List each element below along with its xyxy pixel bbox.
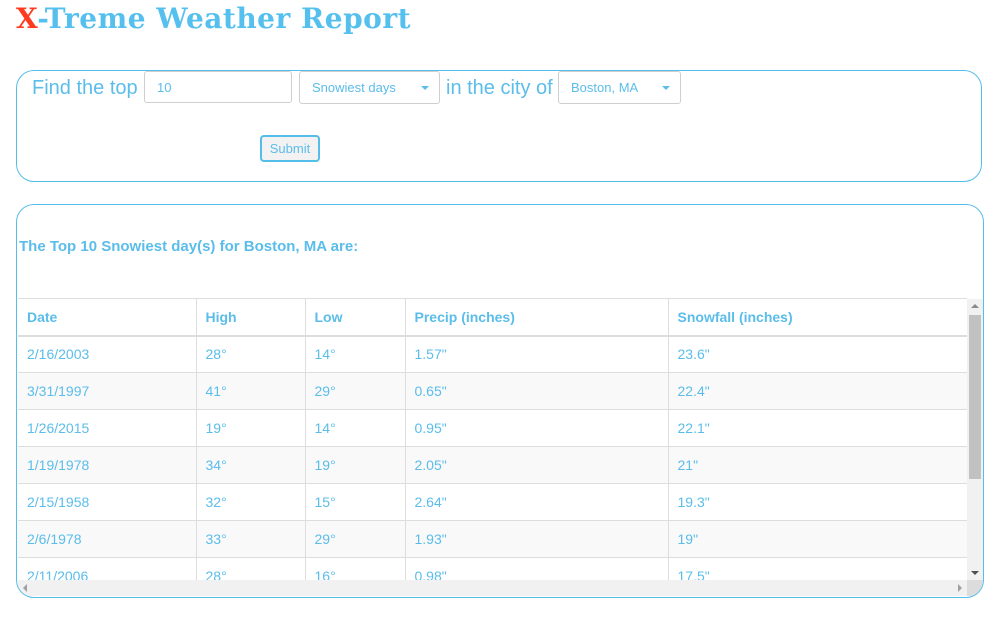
cell-snowfall: 19.3" — [668, 483, 967, 521]
cell-high: 32° — [196, 483, 306, 521]
city-select-value: Boston, MA — [571, 80, 639, 95]
metric-select-value: Snowiest days — [312, 80, 396, 95]
cell-date: 3/31/1997 — [18, 372, 197, 410]
table-header-row: Date High Low Precip (inches) Snowfall (… — [18, 298, 967, 337]
cell-date: 2/6/1978 — [18, 520, 197, 558]
vertical-scroll-thumb[interactable] — [969, 315, 981, 479]
cell-date: 1/19/1978 — [18, 446, 197, 484]
count-input[interactable] — [144, 71, 292, 103]
table-row: 2/16/2003 28° 14° 1.57" 23.6" — [18, 335, 967, 373]
cell-low: 19° — [305, 446, 406, 484]
cell-date: 2/16/2003 — [18, 335, 197, 373]
cell-low: 14° — [305, 409, 406, 447]
cell-high: 41° — [196, 372, 306, 410]
table-row: 2/6/1978 33° 29° 1.93" 19" — [18, 520, 967, 558]
scrollbar-corner — [967, 580, 983, 596]
cell-low: 14° — [305, 335, 406, 373]
cell-high: 28° — [196, 335, 306, 373]
cell-snowfall: 21" — [668, 446, 967, 484]
app-title-x: X — [16, 2, 38, 35]
cell-low: 29° — [305, 520, 406, 558]
cell-precip: 0.65" — [405, 372, 669, 410]
cell-precip: 0.95" — [405, 409, 669, 447]
cell-date: 2/15/1958 — [18, 483, 197, 521]
column-header-date[interactable]: Date — [18, 298, 197, 337]
app-title: X-Treme Weather Report — [16, 2, 411, 35]
cell-low: 16° — [305, 557, 406, 580]
metric-select[interactable]: Snowiest days — [299, 71, 440, 104]
cell-high: 34° — [196, 446, 306, 484]
results-heading: The Top 10 Snowiest day(s) for Boston, M… — [19, 238, 359, 255]
cell-low: 29° — [305, 372, 406, 410]
cell-snowfall: 22.1" — [668, 409, 967, 447]
table-row: 2/15/1958 32° 15° 2.64" 19.3" — [18, 483, 967, 521]
table-row: 3/31/1997 41° 29° 0.65" 22.4" — [18, 372, 967, 410]
cell-precip: 2.64" — [405, 483, 669, 521]
scroll-right-arrow-icon[interactable] — [958, 584, 962, 592]
table-row: 1/19/1978 34° 19° 2.05" 21" — [18, 446, 967, 484]
scroll-left-arrow-icon[interactable] — [23, 584, 27, 592]
chevron-down-icon — [662, 86, 670, 90]
column-header-low[interactable]: Low — [305, 298, 406, 337]
scroll-up-arrow-icon[interactable] — [971, 304, 979, 308]
cell-snowfall: 17.5" — [668, 557, 967, 580]
cell-low: 15° — [305, 483, 406, 521]
horizontal-scrollbar[interactable] — [18, 580, 967, 596]
scroll-down-arrow-icon[interactable] — [971, 571, 979, 575]
table-row: 2/11/2006 28° 16° 0.98" 17.5" — [18, 557, 967, 580]
cell-date: 1/26/2015 — [18, 409, 197, 447]
city-select[interactable]: Boston, MA — [558, 71, 681, 104]
column-header-high[interactable]: High — [196, 298, 306, 337]
cell-high: 19° — [196, 409, 306, 447]
cell-precip: 0.98" — [405, 557, 669, 580]
chevron-down-icon — [421, 86, 429, 90]
search-form-panel: Find the top Snowiest days in the city o… — [16, 70, 982, 182]
cell-precip: 1.57" — [405, 335, 669, 373]
results-table: Date High Low Precip (inches) Snowfall (… — [18, 298, 967, 580]
app-title-rest: -Treme Weather Report — [37, 2, 412, 35]
cell-high: 28° — [196, 557, 306, 580]
results-table-container[interactable]: Date High Low Precip (inches) Snowfall (… — [18, 298, 967, 580]
city-label: in the city of — [446, 77, 553, 99]
submit-button[interactable]: Submit — [260, 135, 320, 162]
cell-snowfall: 19" — [668, 520, 967, 558]
cell-high: 33° — [196, 520, 306, 558]
vertical-scrollbar[interactable] — [967, 299, 983, 580]
cell-precip: 2.05" — [405, 446, 669, 484]
table-row: 1/26/2015 19° 14° 0.95" 22.1" — [18, 409, 967, 447]
column-header-snowfall[interactable]: Snowfall (inches) — [668, 298, 967, 337]
cell-precip: 1.93" — [405, 520, 669, 558]
results-panel: The Top 10 Snowiest day(s) for Boston, M… — [16, 204, 984, 598]
cell-snowfall: 22.4" — [668, 372, 967, 410]
find-top-label: Find the top — [32, 77, 138, 99]
cell-date: 2/11/2006 — [18, 557, 197, 580]
cell-snowfall: 23.6" — [668, 335, 967, 373]
column-header-precip[interactable]: Precip (inches) — [405, 298, 669, 337]
